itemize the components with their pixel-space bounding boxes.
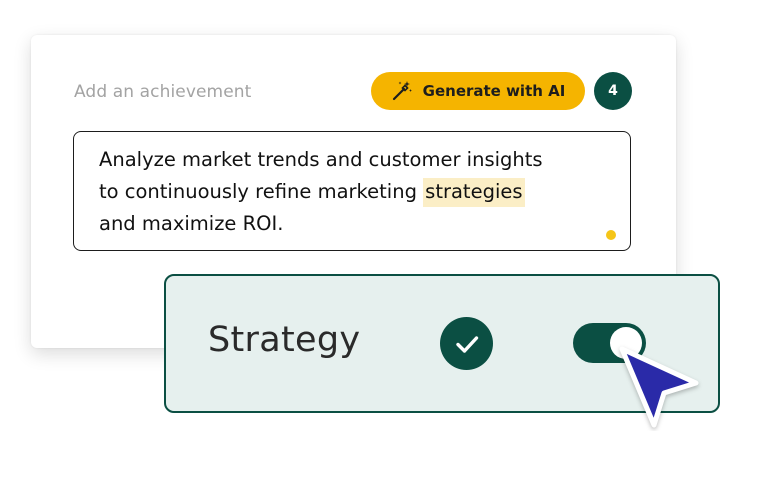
generate-button-label: Generate with AI — [422, 82, 566, 100]
keyword-label: Strategy — [208, 320, 361, 360]
generate-with-ai-button[interactable]: Generate with AI — [371, 72, 585, 110]
achievement-line-1: Analyze market trends and customer insig… — [99, 148, 543, 171]
checkmark-icon — [440, 317, 493, 370]
achievement-line-2: to continuously refine marketing strateg… — [99, 176, 630, 208]
pointer-cursor-icon — [612, 339, 704, 431]
field-label: Add an achievement — [74, 82, 252, 102]
status-dot — [606, 230, 616, 240]
achievement-line-3: and maximize ROI. — [99, 212, 284, 235]
count-badge: 4 — [594, 72, 632, 110]
stage: Add an achievement Generate with AI 4 An… — [0, 0, 760, 480]
achievement-line-2-text: to continuously refine marketing — [99, 180, 424, 203]
highlighted-keyword[interactable]: strategies — [423, 178, 525, 207]
magic-wand-icon — [391, 80, 413, 102]
achievement-textarea[interactable]: Analyze market trends and customer insig… — [73, 131, 631, 251]
